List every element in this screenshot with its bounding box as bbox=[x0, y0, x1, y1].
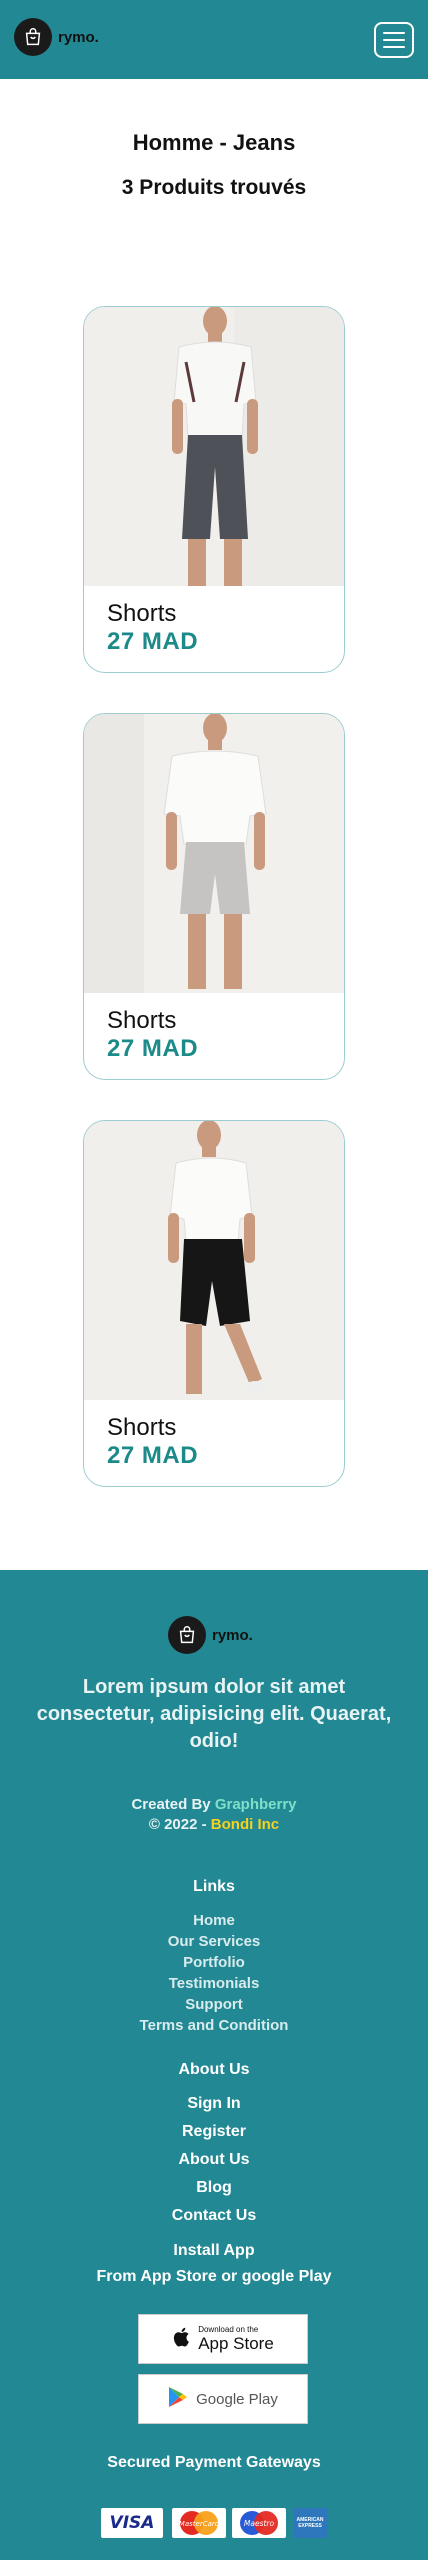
graphberry-link[interactable]: Graphberry bbox=[215, 1796, 297, 1813]
product-price: 27 MAD bbox=[107, 628, 199, 655]
product-price: 27 MAD bbox=[107, 1035, 199, 1062]
product-image[interactable] bbox=[84, 1121, 344, 1400]
maestro-text: Maestro bbox=[244, 2519, 275, 2528]
menu-line-icon bbox=[383, 32, 405, 34]
visa-icon: VISA bbox=[101, 2508, 163, 2538]
menu-line-icon bbox=[383, 39, 405, 41]
google-play-button[interactable]: Google Play bbox=[138, 2374, 308, 2424]
product-card[interactable]: Shorts 27 MAD bbox=[83, 1120, 345, 1487]
product-name[interactable]: Shorts bbox=[107, 1414, 344, 1442]
amex-icon: AMERICAN EXPRESS bbox=[293, 2508, 327, 2538]
about-heading: About Us bbox=[178, 2061, 250, 2078]
product-price: 27 MAD bbox=[107, 1442, 199, 1469]
google-play-icon bbox=[168, 2386, 188, 2413]
hamburger-menu-button[interactable] bbox=[374, 22, 414, 58]
install-heading: Install App bbox=[173, 2242, 255, 2259]
results-count: 3 Produits trouvés bbox=[121, 176, 307, 199]
google-play-label: Google Play bbox=[196, 2390, 278, 2408]
footer-link-register[interactable]: Register bbox=[0, 2123, 428, 2141]
footer-link-support[interactable]: Support bbox=[0, 1996, 428, 2013]
site-header: rymo. bbox=[0, 0, 428, 79]
product-name[interactable]: Shorts bbox=[107, 600, 344, 628]
payment-heading: Secured Payment Gateways bbox=[107, 2454, 321, 2471]
copyright-label: © 2022 - bbox=[148, 1816, 211, 1833]
logo-text: rymo. bbox=[58, 28, 99, 46]
site-footer: rymo. Lorem ipsum dolor sit amet consect… bbox=[0, 1570, 428, 2560]
apple-icon bbox=[172, 2326, 190, 2353]
visa-text: VISA bbox=[109, 2513, 155, 2533]
product-image[interactable] bbox=[84, 307, 344, 586]
created-by: Created By Graphberry bbox=[0, 1796, 428, 1813]
copyright: © 2022 - Bondi Inc bbox=[0, 1816, 428, 1833]
install-subheading: From App Store or google Play bbox=[96, 2268, 332, 2285]
product-name[interactable]: Shorts bbox=[107, 1007, 344, 1035]
mastercard-text: MasterCard bbox=[179, 2520, 220, 2528]
footer-link-testimonials[interactable]: Testimonials bbox=[0, 1975, 428, 1992]
footer-logo[interactable]: rymo. bbox=[168, 1616, 253, 1654]
footer-link-home[interactable]: Home bbox=[0, 1912, 428, 1929]
product-image[interactable] bbox=[84, 714, 344, 993]
footer-link-contact[interactable]: Contact Us bbox=[0, 2207, 428, 2225]
app-store-button[interactable]: Download on the App Store bbox=[138, 2314, 308, 2364]
footer-link-terms[interactable]: Terms and Condition bbox=[0, 2017, 428, 2034]
footer-link-signin[interactable]: Sign In bbox=[0, 2095, 428, 2113]
page-title: Homme - Jeans bbox=[132, 130, 296, 155]
shopping-bag-icon bbox=[168, 1616, 206, 1654]
header-logo[interactable]: rymo. bbox=[14, 18, 99, 56]
links-heading: Links bbox=[193, 1878, 235, 1895]
bondi-link[interactable]: Bondi Inc bbox=[211, 1816, 279, 1833]
footer-link-services[interactable]: Our Services bbox=[0, 1933, 428, 1950]
product-card[interactable]: Shorts 27 MAD bbox=[83, 306, 345, 673]
app-store-small-text: Download on the bbox=[198, 2325, 259, 2334]
menu-line-icon bbox=[383, 46, 405, 48]
app-store-label: App Store bbox=[198, 2334, 274, 2353]
footer-tagline: Lorem ipsum dolor sit amet consectetur, … bbox=[36, 1676, 392, 1752]
amex-text: AMERICAN EXPRESS bbox=[296, 2517, 324, 2529]
maestro-icon: Maestro bbox=[232, 2508, 286, 2538]
footer-link-blog[interactable]: Blog bbox=[0, 2179, 428, 2197]
logo-text: rymo. bbox=[212, 1626, 253, 1644]
created-by-label: Created By bbox=[131, 1796, 215, 1813]
product-card[interactable]: Shorts 27 MAD bbox=[83, 713, 345, 1080]
shopping-bag-icon bbox=[14, 18, 52, 56]
footer-link-about[interactable]: About Us bbox=[0, 2151, 428, 2169]
footer-link-portfolio[interactable]: Portfolio bbox=[0, 1954, 428, 1971]
mastercard-icon: MasterCard bbox=[172, 2508, 226, 2538]
